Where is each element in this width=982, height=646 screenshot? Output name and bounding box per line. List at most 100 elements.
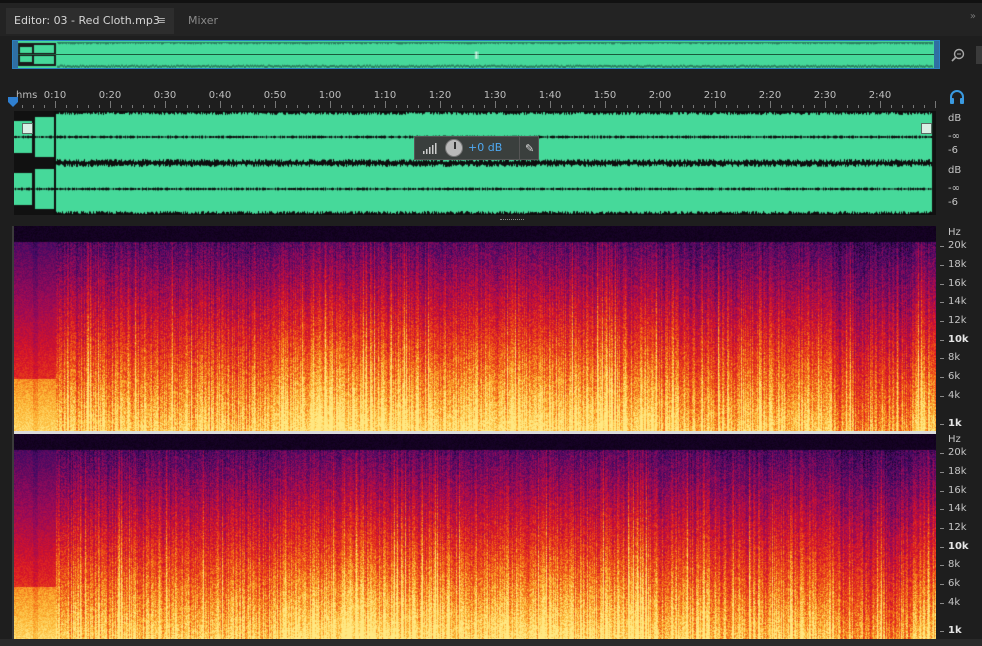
ruler-tick (264, 105, 265, 108)
overview-view-marker: ||| (474, 51, 479, 59)
ruler-tick (660, 101, 661, 108)
ruler-tick (99, 105, 100, 108)
overview-navigator[interactable]: ||| (12, 40, 940, 69)
frequency-scale-channel-1: Hz 20k 18k 16k 14k 12k 10k 8k 6k 4k 1k (940, 226, 982, 436)
gain-value[interactable]: +0 dB (468, 141, 502, 154)
ruler-tick (616, 105, 617, 108)
tab-overflow-icon[interactable]: » (970, 11, 976, 22)
ruler-tick (792, 105, 793, 108)
hz-tick (940, 453, 944, 454)
ruler-tick (506, 105, 507, 108)
pin-icon[interactable]: ✎ (525, 142, 534, 155)
hz-label: 1k (948, 625, 962, 636)
ruler-tick (495, 101, 496, 108)
ruler-tick (297, 105, 298, 108)
hz-label: 10k (948, 541, 969, 552)
ruler-tick (781, 105, 782, 108)
ruler-tick (737, 105, 738, 108)
ruler-tick (352, 105, 353, 108)
fade-out-handle[interactable] (921, 123, 932, 134)
spectrogram-channel-1 (14, 226, 936, 431)
ruler-tick (385, 101, 386, 108)
hz-tick (940, 547, 944, 548)
ruler-time-label: 1:30 (483, 90, 507, 101)
ruler-tick (638, 105, 639, 108)
ruler-tick (33, 105, 34, 108)
hz-label: 16k (948, 485, 967, 496)
hz-tick (940, 584, 944, 585)
ruler-time-label: 2:10 (703, 90, 727, 101)
ruler-time-label: 0:40 (208, 90, 232, 101)
playhead-marker-icon[interactable] (8, 97, 18, 107)
ruler-tick (165, 101, 166, 108)
waveform-display[interactable] (14, 111, 936, 215)
fade-in-handle[interactable] (22, 123, 33, 134)
tab-mixer-label: Mixer (188, 14, 219, 27)
ruler-tick (572, 105, 573, 108)
hz-tick (940, 631, 944, 632)
db-scale-channel-2: dB -∞ -6 (946, 163, 982, 215)
tab-menu-icon[interactable]: ≡ (157, 8, 166, 34)
db-label: -6 (948, 197, 958, 208)
zoom-icon[interactable] (950, 47, 966, 63)
ruler-tick (176, 105, 177, 108)
hz-label: 10k (948, 334, 969, 345)
headphones-icon[interactable] (949, 90, 965, 104)
ruler-tick (275, 101, 276, 108)
ruler-tick (891, 105, 892, 108)
bottom-scrollbar[interactable] (0, 639, 982, 646)
spectral-display-channel-2[interactable] (14, 434, 936, 639)
hz-label: 20k (948, 240, 967, 251)
ruler-time-label: 1:00 (318, 90, 342, 101)
ruler-tick (836, 105, 837, 108)
divider-grip[interactable] (500, 219, 524, 220)
ruler-tick (374, 105, 375, 108)
hz-label: 20k (948, 447, 967, 458)
ruler-time-label: 2:30 (813, 90, 837, 101)
tab-editor-label: Editor: 03 - Red Cloth.mp3 (14, 14, 160, 27)
ruler-tick (550, 101, 551, 108)
ruler-tick (55, 101, 56, 108)
time-ruler[interactable]: hms 0:10 0:20 0:30 0:40 0:50 1:00 1:10 1:20 1:30… (12, 86, 940, 110)
ruler-time-label: 2:20 (758, 90, 782, 101)
ruler-tick (517, 105, 518, 108)
ruler-tick (825, 101, 826, 108)
ruler-tick (913, 105, 914, 108)
tab-mixer[interactable]: Mixer (180, 8, 226, 34)
ruler-tick (198, 105, 199, 108)
hz-label: 6k (948, 578, 961, 589)
tab-editor[interactable]: Editor: 03 - Red Cloth.mp3 ≡ (6, 8, 174, 34)
ruler-tick (308, 105, 309, 108)
ruler-time-label: 2:00 (648, 90, 672, 101)
hz-label: 14k (948, 503, 967, 514)
gain-knob[interactable] (445, 139, 463, 157)
hz-tick (940, 509, 944, 510)
overview-left-handle[interactable] (13, 41, 18, 68)
panel-collapse-strip[interactable] (976, 46, 982, 64)
ruler-tick (704, 105, 705, 108)
ruler-time-label: 0:20 (98, 90, 122, 101)
hz-tick (940, 528, 944, 529)
ruler-tick (858, 105, 859, 108)
hz-tick (940, 358, 944, 359)
db-unit-label: dB (948, 165, 962, 176)
ruler-tick (242, 105, 243, 108)
ruler-time-label: 0:10 (43, 90, 67, 101)
overview-right-handle[interactable] (934, 41, 939, 68)
hz-unit-label: Hz (948, 227, 961, 238)
ruler-tick (77, 105, 78, 108)
waveform-spectral-divider[interactable] (14, 215, 936, 224)
ruler-tick (561, 105, 562, 108)
ruler-tick (341, 105, 342, 108)
hz-tick (940, 603, 944, 604)
ruler-tick (319, 105, 320, 108)
ruler-tick (187, 105, 188, 108)
hz-label: 14k (948, 296, 967, 307)
hz-label: 6k (948, 371, 961, 382)
ruler-tick (231, 105, 232, 108)
hz-label: 18k (948, 466, 967, 477)
ruler-tick (649, 105, 650, 108)
ruler-tick (209, 105, 210, 108)
spectral-display-channel-1[interactable] (14, 226, 936, 431)
frequency-scale-channel-2: Hz 20k 18k 16k 14k 12k 10k 8k 6k 4k 1k (940, 433, 982, 643)
